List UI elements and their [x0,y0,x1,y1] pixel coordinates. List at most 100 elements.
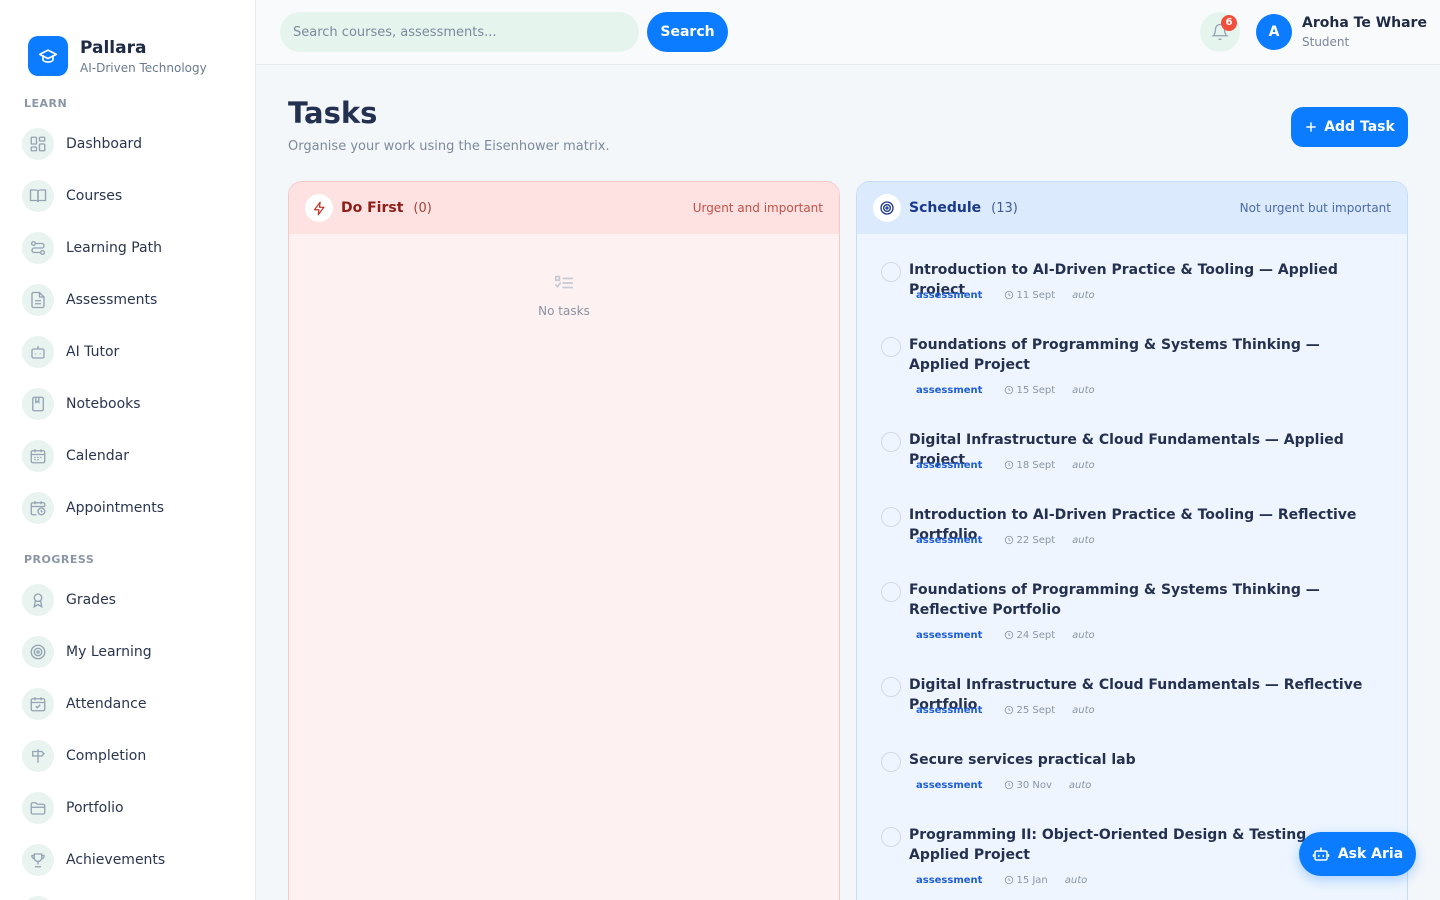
task-checkbox[interactable] [881,582,901,602]
sidebar-item-courses[interactable]: Courses [0,170,255,222]
add-task-button[interactable]: Add Task [1291,107,1408,147]
task-meta: assessment 24 Sept auto [909,627,1095,643]
sidebar-item-grades[interactable]: Grades [0,574,255,626]
task-meta: assessment 25 Sept auto [909,702,1095,718]
task-source: auto [1072,629,1095,641]
clock-icon [1005,460,1014,470]
avatar[interactable]: A [1256,14,1292,50]
sidebar-item-label: Calendar [66,448,129,464]
task-due-date: 11 Sept [1016,289,1056,301]
sidebar-item-my-learning[interactable]: My Learning [0,626,255,678]
target-icon [873,194,901,222]
task-tag: assessment [916,384,983,396]
sidebar-item-completion[interactable]: Completion [0,730,255,782]
user-name[interactable]: Aroha Te Whare [1302,15,1427,31]
calendar-clock-icon [22,492,54,524]
search-button[interactable]: Search [647,12,728,52]
checklist-icon [554,275,574,289]
bot-icon [22,336,54,368]
search-input[interactable] [280,12,639,52]
brand-name: Pallara [80,37,147,58]
notification-badge: 6 [1221,15,1237,31]
task-checkbox[interactable] [881,677,901,697]
task-meta: assessment 22 Sept auto [909,532,1095,548]
task-source: auto [1072,459,1095,471]
sidebar-item-learning-path[interactable]: Learning Path [0,222,255,274]
signpost-icon [22,740,54,772]
sidebar-item-label: AI Tutor [66,344,120,360]
clock-icon [1005,875,1014,885]
sidebar-item-label: Courses [66,188,123,204]
quadrant-title: Schedule [909,200,982,216]
task-meta: assessment 11 Sept auto [909,287,1095,303]
task-source: auto [1064,874,1088,886]
brand[interactable]: Pallara AI-Driven Technology [0,0,255,86]
task-checkbox[interactable] [881,337,901,357]
sidebar-item-notebooks[interactable]: Notebooks [0,378,255,430]
sidebar-item-ai-tutor[interactable]: AI Tutor [0,326,255,378]
sidebar-item-label: Appointments [66,500,165,516]
task-due: 22 Sept [1004,535,1055,546]
task-title[interactable]: Secure services practical lab [909,750,1379,770]
sidebar-item-label: Notebooks [66,396,141,412]
task-meta: assessment 15 Jan auto [909,872,1087,888]
lightning-icon [305,194,333,222]
clock-icon [1005,290,1014,300]
page-subtitle: Organise your work using the Eisenhower … [288,139,610,154]
task-due: 11 Sept [1004,290,1055,301]
task-due: 18 Sept [1004,460,1055,471]
target-icon [22,636,54,668]
clock-icon [1005,630,1014,640]
task-due: 15 Jan [1004,875,1048,886]
clock-icon [1005,385,1014,395]
page-title: Tasks [288,96,378,130]
trophy-icon [22,844,54,876]
quadrant-header: Schedule (13) Not urgent but important [857,182,1407,234]
task-due: 24 Sept [1004,630,1055,641]
task-checkbox[interactable] [881,827,901,847]
sidebar-item-label: Learning Path [66,240,162,256]
dashboard-icon [22,128,54,160]
task-source: auto [1072,704,1095,716]
ask-aria-button[interactable]: Ask Aria [1299,832,1416,876]
task-checkbox[interactable] [881,507,901,527]
task-meta: assessment 15 Sept auto [909,382,1095,398]
clock-icon [1005,705,1014,715]
sidebar-item-more[interactable] [0,886,255,900]
sidebar-item-dashboard[interactable]: Dashboard [0,118,255,170]
task-source: auto [1072,289,1095,301]
quadrant-header: Do First (0) Urgent and important [289,182,839,234]
task-title[interactable]: Foundations of Programming & Systems Thi… [909,580,1379,620]
task-tag: assessment [916,779,983,791]
task-due-date: 15 Sept [1016,384,1056,396]
sidebar-item-label: Achievements [66,852,166,868]
clock-icon [1005,535,1014,545]
task-title[interactable]: Foundations of Programming & Systems Thi… [909,335,1379,375]
task-checkbox[interactable] [881,752,901,772]
task-due: 15 Sept [1004,385,1055,396]
task-due-date: 25 Sept [1016,704,1056,716]
task-checkbox[interactable] [881,262,901,282]
sidebar-item-portfolio[interactable]: Portfolio [0,782,255,834]
task-meta: assessment 18 Sept auto [909,457,1095,473]
task-due-date: 22 Sept [1016,534,1056,546]
sidebar-item-assessments[interactable]: Assessments [0,274,255,326]
sidebar-item-appointments[interactable]: Appointments [0,482,255,534]
task-meta: assessment 30 Nov auto [909,777,1091,793]
ask-aria-label: Ask Aria [1337,846,1404,862]
sidebar-item-label: Assessments [66,292,158,308]
sidebar-item-attendance[interactable]: Attendance [0,678,255,730]
task-source: auto [1068,779,1092,791]
sidebar-item-label: Completion [66,748,147,764]
sidebar-item-achievements[interactable]: Achievements [0,834,255,886]
task-tag: assessment [916,704,983,716]
add-task-label: Add Task [1324,119,1395,135]
route-icon [22,232,54,264]
book-open-icon [22,180,54,212]
sidebar-item-calendar[interactable]: Calendar [0,430,255,482]
sidebar-item-label: My Learning [66,644,152,660]
user-role: Student [1302,35,1350,49]
task-tag: assessment [916,629,983,641]
sidebar-item-label: Grades [66,592,116,608]
task-checkbox[interactable] [881,432,901,452]
